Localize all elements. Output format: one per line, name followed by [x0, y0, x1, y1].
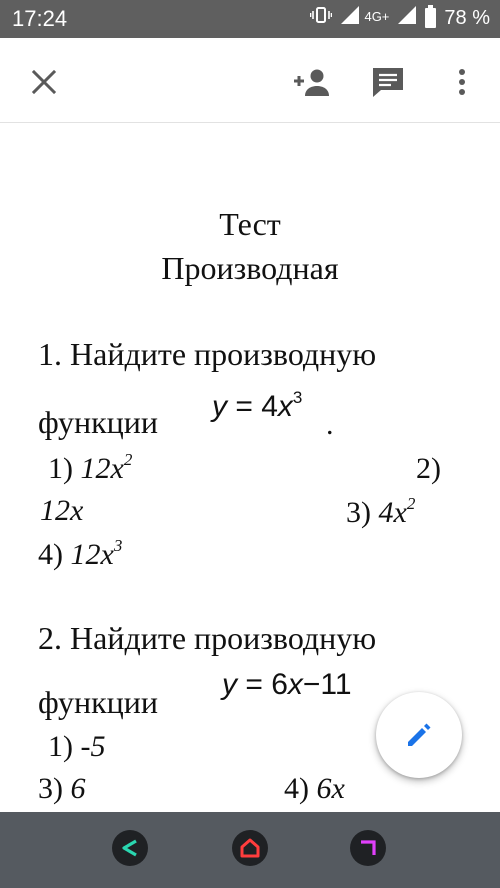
question-2-option-1: 1) -5	[48, 730, 106, 763]
nav-home-button[interactable]	[232, 830, 268, 866]
question-1-heading: 1. Найдите производную	[38, 336, 377, 372]
pencil-icon	[408, 723, 431, 746]
network-type: 4G+	[364, 8, 390, 24]
navigation-bar	[0, 812, 500, 888]
add-person-button[interactable]	[288, 60, 336, 104]
battery-icon	[425, 5, 437, 28]
comment-icon	[373, 68, 403, 97]
close-button[interactable]	[22, 60, 66, 104]
nav-recents-button[interactable]	[350, 830, 386, 866]
battery-level: 78 %	[444, 6, 490, 29]
question-2-heading: 2. Найдите производную	[38, 620, 377, 656]
status-bar: 17:24 4G+ 78 %	[0, 0, 500, 38]
back-icon	[122, 839, 137, 857]
doc-title-line1: Тест	[219, 206, 281, 242]
question-2-formula: y = 6x−11	[222, 668, 352, 701]
question-1-option-2-value: 12x	[40, 494, 84, 527]
add-person-icon	[294, 69, 329, 96]
question-1-option-3: 3) 4x2	[346, 494, 416, 529]
edit-fab-button[interactable]	[376, 692, 462, 778]
question-2-function-label: функции	[38, 684, 158, 720]
vibrate-icon	[310, 5, 333, 31]
more-vert-icon	[459, 69, 465, 95]
doc-title-line2: Производная	[161, 250, 339, 286]
question-1-option-2-number: 2)	[416, 452, 441, 485]
signal-icon	[340, 5, 360, 31]
more-options-button[interactable]	[440, 60, 484, 104]
status-icons: 4G+ 78 %	[310, 5, 490, 31]
close-icon	[31, 69, 57, 95]
question-1-formula-dot: .	[326, 408, 334, 441]
recents-icon	[361, 840, 376, 855]
question-1-function-label: функции	[38, 404, 158, 440]
question-1-formula: y = 4x3	[212, 388, 303, 423]
question-1-option-4: 4) 12x3	[38, 536, 123, 571]
question-2-option-3: 3) 6	[38, 772, 86, 805]
question-2-option-4: 4) 6x	[284, 772, 345, 805]
toolbar	[0, 38, 500, 123]
signal-icon-2	[397, 5, 417, 31]
home-icon	[240, 838, 260, 858]
question-1-option-1: 1) 12x2	[48, 450, 133, 485]
comment-button[interactable]	[366, 60, 410, 104]
nav-back-button[interactable]	[112, 830, 148, 866]
status-time: 17:24	[12, 6, 68, 31]
